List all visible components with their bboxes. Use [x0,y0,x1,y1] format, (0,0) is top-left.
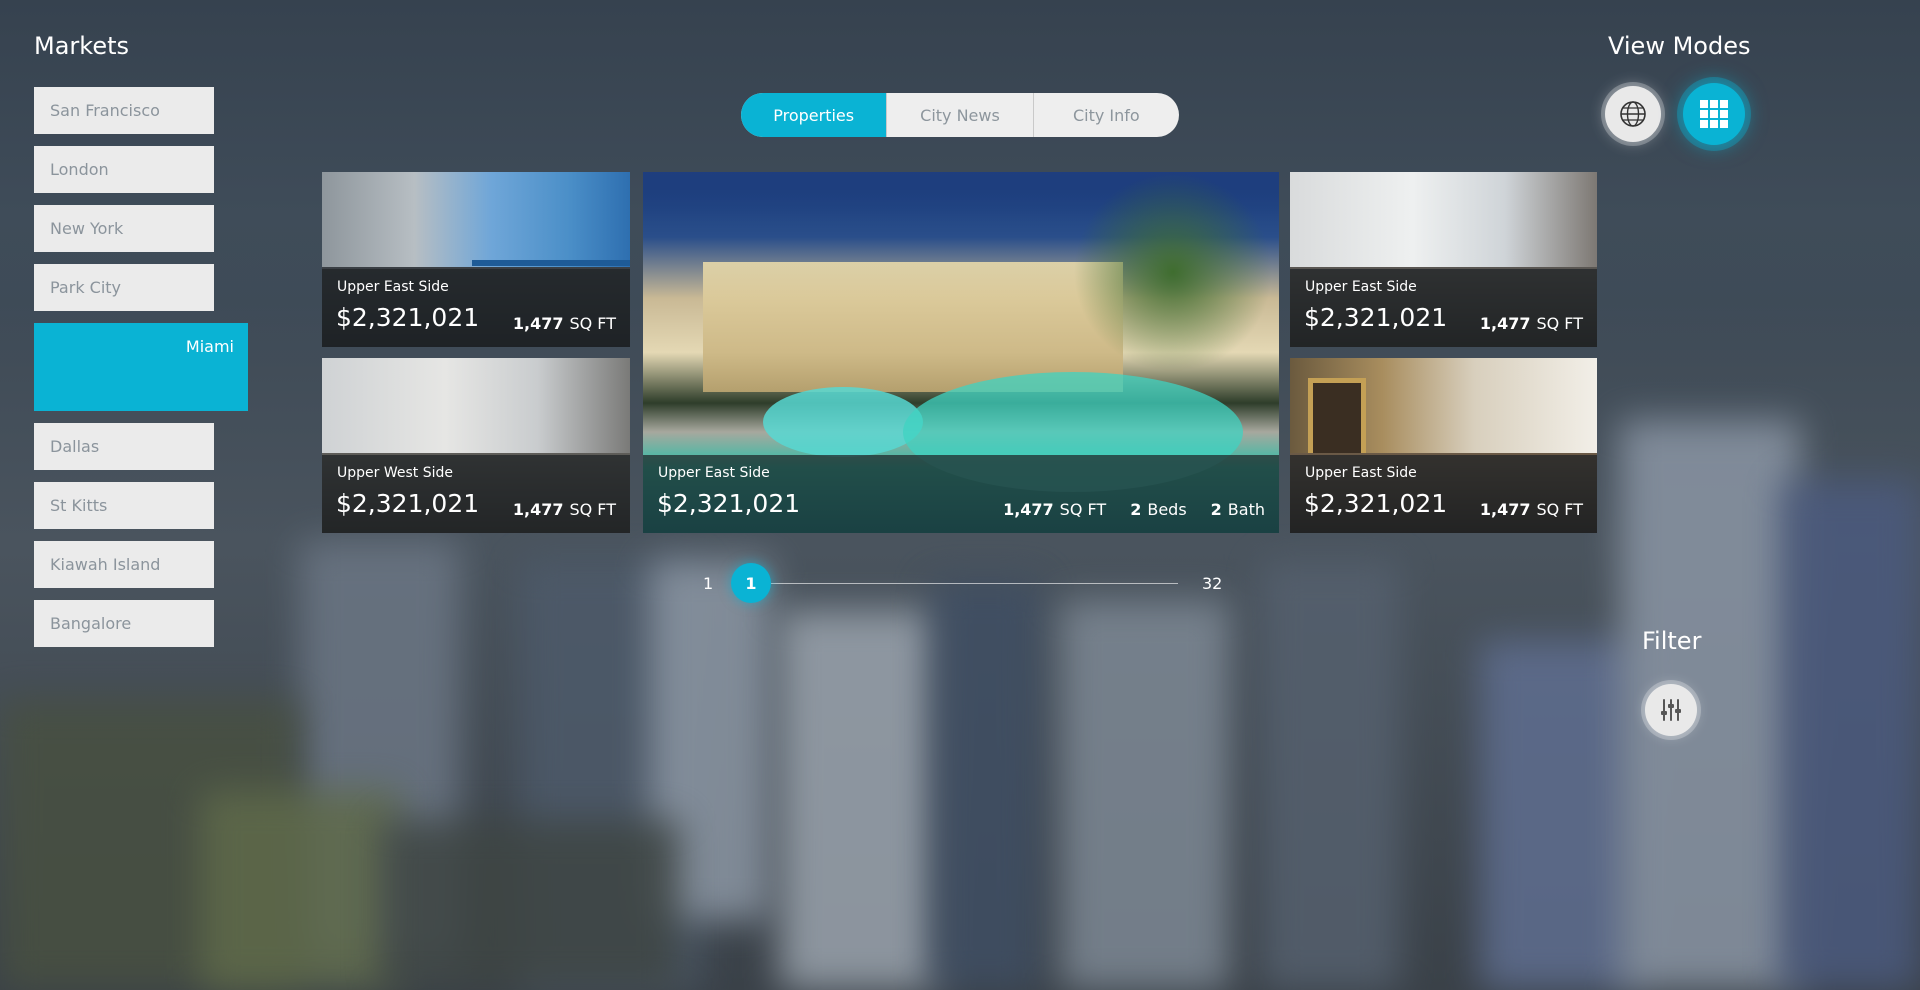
tab-properties[interactable]: Properties [741,93,887,137]
grid-view-button[interactable] [1683,83,1745,145]
market-item-miami[interactable]: Miami [34,323,248,411]
sliders-icon [1661,699,1681,721]
filter-button[interactable] [1645,684,1697,736]
market-item-kiawah-island[interactable]: Kiawah Island [34,541,214,588]
listing-price: $2,321,021 [657,489,801,518]
market-item-san-francisco[interactable]: San Francisco [34,87,214,134]
listing-price: $2,321,021 [336,303,480,332]
market-item-st-kitts[interactable]: St Kitts [34,482,214,529]
listing-price: $2,321,021 [1304,303,1448,332]
listing-baths: 2 [1210,500,1222,519]
listing-location: Upper East Side [658,465,770,481]
listing-card[interactable]: Upper East Side $2,321,021 1,477 SQ FT [1290,358,1597,533]
listing-area: 1,477 SQ FT [513,500,616,519]
market-item-bangalore[interactable]: Bangalore [34,600,214,647]
sqft-unit: SQ FT [1536,314,1583,333]
tab-city-info[interactable]: City Info [1032,93,1179,137]
view-modes-heading: View Modes [1608,32,1751,60]
listing-sqft: 1,477 [512,314,564,333]
market-list: San Francisco London New York Park City … [34,87,248,659]
content-tabs: Properties City News City Info [741,93,1179,137]
sqft-unit: SQ FT [1536,500,1583,519]
listing-sqft: 1,477 [1479,314,1531,333]
market-item-new-york[interactable]: New York [34,205,214,252]
pagination-min: 1 [703,574,714,593]
market-item-london[interactable]: London [34,146,214,193]
listing-location: Upper West Side [337,465,453,481]
listing-area: 1,477 SQ FT [1480,314,1583,333]
markets-heading: Markets [34,32,130,60]
pagination-max: 32 [1202,574,1223,593]
globe-view-button[interactable] [1605,86,1661,142]
beds-label: Beds [1147,500,1187,519]
listing-area: 1,477 SQ FT [1480,500,1583,519]
pagination-track[interactable] [748,583,1178,584]
tab-city-news[interactable]: City News [886,93,1032,137]
listing-card[interactable]: Upper West Side $2,321,021 1,477 SQ FT [322,358,630,533]
pagination-thumb[interactable]: 1 [731,563,771,603]
globe-icon [1620,101,1646,127]
listing-card[interactable]: Upper East Side $2,321,021 1,477 SQ FT [322,172,630,347]
sqft-unit: SQ FT [1059,500,1107,519]
filter-heading: Filter [1642,627,1702,655]
market-item-park-city[interactable]: Park City [34,264,214,311]
sqft-unit: SQ FT [569,500,616,519]
listing-sqft: 1,477 [1003,500,1054,519]
listing-price: $2,321,021 [1304,489,1448,518]
listing-details: 1,477 SQ FT 2 Beds 2 Bath [1003,500,1265,519]
featured-listing-card[interactable]: Upper East Side $2,321,021 1,477 SQ FT 2 Be… [643,172,1279,533]
market-item-dallas[interactable]: Dallas [34,423,214,470]
listing-area: 1,477 SQ FT [513,314,616,333]
listing-sqft: 1,477 [1479,500,1531,519]
listing-sqft: 1,477 [512,500,564,519]
listing-price: $2,321,021 [336,489,480,518]
sqft-unit: SQ FT [569,314,616,333]
listing-beds: 2 [1130,500,1142,519]
grid-icon [1700,100,1728,128]
listing-location: Upper East Side [1305,279,1417,295]
listing-card[interactable]: Upper East Side $2,321,021 1,477 SQ FT [1290,172,1597,347]
listing-location: Upper East Side [337,279,449,295]
baths-label: Bath [1227,500,1265,519]
listing-location: Upper East Side [1305,465,1417,481]
